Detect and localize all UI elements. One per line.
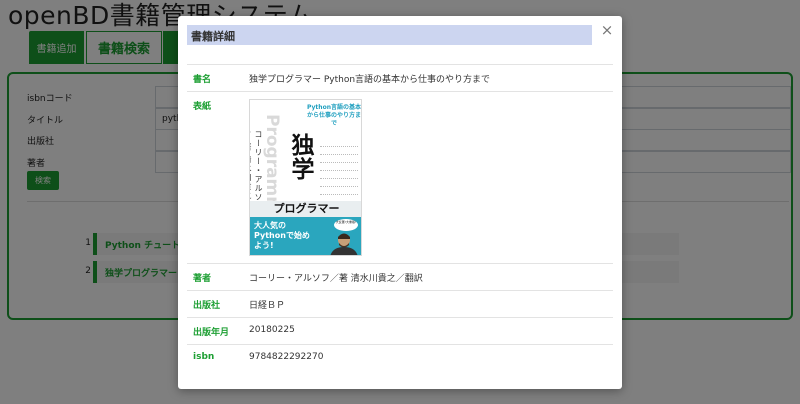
detail-label-title: 書名 xyxy=(193,75,212,85)
cover-big-title: 独学 xyxy=(287,133,313,181)
detail-label-author: 著者 xyxy=(193,274,212,284)
cover-katakana-title: プログラマー xyxy=(250,201,361,217)
cover-bottom-band: 大人気のPythonで始めよう! 大反響!大重版! xyxy=(250,217,361,255)
cover-author-photo xyxy=(330,233,358,255)
detail-value-isbn: 9784822292270 xyxy=(249,352,324,362)
detail-value-publisher: 日経ＢＰ xyxy=(249,301,286,311)
detail-row-pubdate: 出版年月 20180225 xyxy=(187,317,613,344)
book-cover-image: Programmer コーリー・アルソフ 著 清水川貴之 Python言語の基本… xyxy=(249,99,362,256)
detail-label-cover: 表紙 xyxy=(193,102,212,112)
detail-label-pubdate: 出版年月 xyxy=(193,328,230,338)
cover-tagline: Python言語の基本から仕事のやり方まで xyxy=(306,104,361,127)
detail-label-isbn: isbn xyxy=(193,352,215,362)
detail-value-author: コーリー・アルソフ／著 清水川貴之／翻訳 xyxy=(249,274,423,284)
cover-author-text: コーリー・アルソフ 著 清水川貴之 xyxy=(250,130,263,202)
detail-row-author: 著者 コーリー・アルソフ／著 清水川貴之／翻訳 xyxy=(187,263,613,290)
detail-row-isbn: isbn 9784822292270 xyxy=(187,344,613,371)
detail-row-publisher: 出版社 日経ＢＰ xyxy=(187,290,613,317)
cover-contents-list xyxy=(320,140,358,196)
detail-row-cover: 表紙 Programmer コーリー・アルソフ 著 清水川貴之 Python言語… xyxy=(187,91,613,263)
modal-title: 書籍詳細 xyxy=(187,25,592,45)
detail-value-pubdate: 20180225 xyxy=(249,325,295,335)
book-detail-modal: 書籍詳細 × 書名 独学プログラマー Python言語の基本から仕事のやり方まで… xyxy=(178,16,622,389)
cover-badge: 大反響!大重版! xyxy=(334,219,358,231)
detail-value-title: 独学プログラマー Python言語の基本から仕事のやり方まで xyxy=(249,75,491,85)
detail-label-publisher: 出版社 xyxy=(193,301,221,311)
close-icon[interactable]: × xyxy=(600,22,614,38)
cover-bottom-text: 大人気のPythonで始めよう! xyxy=(254,221,310,250)
detail-row-title: 書名 独学プログラマー Python言語の基本から仕事のやり方まで xyxy=(187,64,613,91)
